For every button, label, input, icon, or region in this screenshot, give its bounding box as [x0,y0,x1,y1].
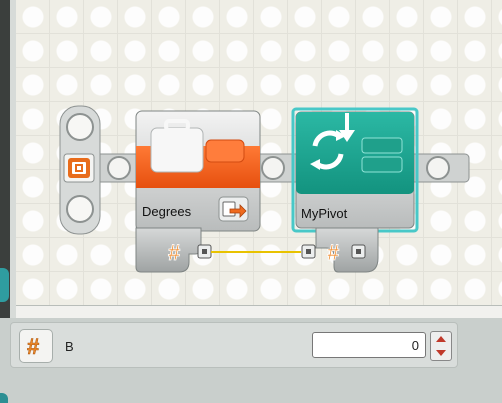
stepper-down-icon[interactable] [431,346,451,360]
my-block-label: MyPivot [301,206,348,221]
my-block-data-hub [315,227,379,273]
number-hash-icon: # [19,329,53,363]
nxt-program-editor: Degrees # MyPivot # # B 0 [0,0,502,403]
start-icon [68,158,90,178]
parameter-label: B [65,339,74,354]
variable-block-label: Degrees [142,204,192,219]
program-canvas[interactable]: Degrees # MyPivot # [16,0,502,305]
svg-text:#: # [27,334,39,359]
start-point[interactable] [59,105,101,235]
svg-text:#: # [168,240,180,265]
variable-block-degrees[interactable]: Degrees # [135,110,261,273]
svg-text:#: # [327,240,339,265]
stepper-up-icon[interactable] [431,332,451,346]
value-stepper[interactable] [430,331,452,361]
configuration-panel: # B 0 [0,318,502,403]
canvas-scrollbar[interactable] [16,305,502,319]
number-hash-icon: # [327,240,340,266]
program-diagram: Degrees # MyPivot # [59,105,470,273]
parameter-row: # B 0 [10,322,458,368]
my-block-mypivot[interactable]: MyPivot # [291,107,419,273]
palette-tab[interactable] [0,268,9,302]
arrow-out-icon[interactable] [218,196,249,222]
parameter-value-input[interactable]: 0 [312,332,426,358]
panel-corner [0,393,8,403]
number-hash-icon: # [168,240,181,266]
